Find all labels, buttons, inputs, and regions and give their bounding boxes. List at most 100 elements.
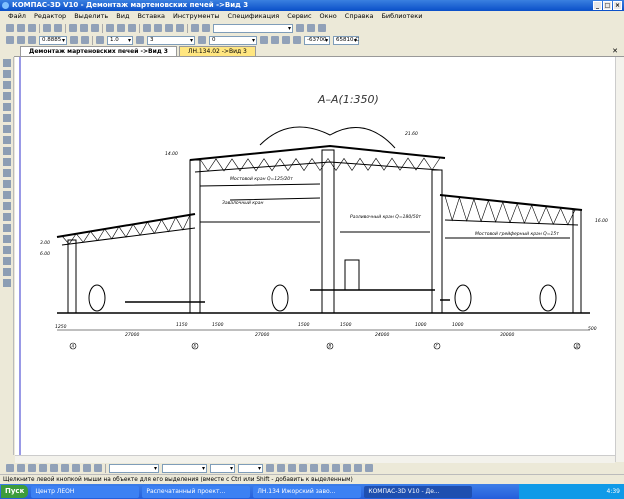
menu-select[interactable]: Выделить: [74, 11, 108, 22]
library-icon[interactable]: [154, 24, 162, 32]
ortho-icon[interactable]: [282, 36, 290, 44]
line-icon[interactable]: [17, 464, 25, 472]
start-button[interactable]: Пуск: [1, 485, 29, 498]
maximize-button[interactable]: □: [603, 1, 612, 10]
zoom-window-icon[interactable]: [28, 36, 36, 44]
tool-icon[interactable]: [2, 136, 11, 144]
menu-libraries[interactable]: Библиотеки: [381, 11, 422, 22]
italic-icon[interactable]: [266, 464, 274, 472]
coord-x-field[interactable]: -63700.: [304, 35, 330, 45]
zoom-in-icon[interactable]: [6, 36, 14, 44]
layer-combo[interactable]: 3: [147, 35, 195, 45]
lasso-icon[interactable]: [39, 464, 47, 472]
coord-y-field[interactable]: 65810.C: [333, 35, 359, 45]
height-combo[interactable]: [210, 463, 235, 473]
list-icon[interactable]: [354, 464, 362, 472]
menu-service[interactable]: Сервис: [287, 11, 311, 22]
style-combo[interactable]: 0: [209, 35, 257, 45]
tool-icon[interactable]: [72, 464, 80, 472]
tool-icon[interactable]: [2, 70, 11, 78]
rectangle-icon[interactable]: [2, 257, 11, 265]
align-left-icon[interactable]: [310, 464, 318, 472]
copy-icon[interactable]: [80, 24, 88, 32]
spline-icon[interactable]: [2, 213, 11, 221]
line-style-combo[interactable]: [213, 23, 293, 33]
tool-icon[interactable]: [2, 81, 11, 89]
redo-icon[interactable]: [128, 24, 136, 32]
variables-icon[interactable]: [165, 24, 173, 32]
arc-icon[interactable]: [2, 191, 11, 199]
underline-icon[interactable]: [288, 464, 296, 472]
close-button[interactable]: ×: [613, 1, 622, 10]
pan-icon[interactable]: [70, 36, 78, 44]
ellipse-icon[interactable]: [2, 202, 11, 210]
tool-icon[interactable]: [61, 464, 69, 472]
taskbar-item[interactable]: Центр ЛЕОН: [31, 485, 140, 498]
layers-icon[interactable]: [202, 24, 210, 32]
circle-icon[interactable]: [2, 180, 11, 188]
tool-icon[interactable]: [2, 125, 11, 133]
snap-icon[interactable]: [28, 464, 36, 472]
zoom-out-icon[interactable]: [17, 36, 25, 44]
hatch-icon[interactable]: [2, 279, 11, 287]
fit-icon[interactable]: [81, 36, 89, 44]
justify-icon[interactable]: [343, 464, 351, 472]
taskbar-item[interactable]: Распечатанный проект...: [142, 485, 251, 498]
point-icon[interactable]: [2, 147, 11, 155]
format-icon[interactable]: [191, 24, 199, 32]
chamfer-icon[interactable]: [2, 235, 11, 243]
refresh-icon[interactable]: [96, 36, 104, 44]
tab-demontazh[interactable]: Демонтаж мартеновских печей ->Вид 3: [20, 46, 177, 56]
properties-icon[interactable]: [106, 24, 114, 32]
color-icon[interactable]: [299, 464, 307, 472]
taskbar-item[interactable]: ЛН.134 Ижорский заво...: [253, 485, 362, 498]
close-tab-icon[interactable]: ✕: [612, 47, 618, 55]
drawing-canvas[interactable]: А–А(1:350) 1250 27000 27000 24000 30000 …: [15, 57, 615, 455]
menu-insert[interactable]: Вставка: [137, 11, 165, 22]
layer-icon[interactable]: [136, 36, 144, 44]
cut-icon[interactable]: [69, 24, 77, 32]
align-right-icon[interactable]: [332, 464, 340, 472]
tool-icon[interactable]: [2, 114, 11, 122]
tool-icon[interactable]: [2, 92, 11, 100]
menu-view[interactable]: Вид: [116, 11, 129, 22]
font-combo[interactable]: [109, 463, 159, 473]
align-center-icon[interactable]: [321, 464, 329, 472]
step-combo[interactable]: 1.0: [107, 35, 133, 45]
tool-icon[interactable]: [2, 59, 11, 67]
tab-ln134[interactable]: ЛН.134.02 ->Вид 3: [178, 46, 256, 56]
snap-icon[interactable]: [260, 36, 268, 44]
menu-file[interactable]: Файл: [8, 11, 26, 22]
menu-edit[interactable]: Редактор: [34, 11, 66, 22]
save-icon[interactable]: [28, 24, 36, 32]
new-icon[interactable]: [6, 24, 14, 32]
coords-icon[interactable]: [293, 36, 301, 44]
bold-icon[interactable]: [277, 464, 285, 472]
line-icon[interactable]: [2, 158, 11, 166]
open-icon[interactable]: [17, 24, 25, 32]
tool-icon[interactable]: [94, 464, 102, 472]
preview-icon[interactable]: [54, 24, 62, 32]
align3-icon[interactable]: [318, 24, 326, 32]
align2-icon[interactable]: [307, 24, 315, 32]
menu-specification[interactable]: Спецификация: [228, 11, 280, 22]
zoom-combo[interactable]: 0.8885: [39, 35, 67, 45]
spellcheck-icon[interactable]: [365, 464, 373, 472]
menu-help[interactable]: Справка: [345, 11, 374, 22]
size-combo[interactable]: [162, 463, 207, 473]
help-icon[interactable]: [176, 24, 184, 32]
polyline-icon[interactable]: [2, 169, 11, 177]
fillet-icon[interactable]: [2, 246, 11, 254]
vertical-scrollbar[interactable]: [615, 57, 624, 462]
align-icon[interactable]: [296, 24, 304, 32]
angle-combo[interactable]: [238, 463, 263, 473]
paste-icon[interactable]: [91, 24, 99, 32]
menu-window[interactable]: Окно: [320, 11, 337, 22]
select-icon[interactable]: [6, 464, 14, 472]
polygon-icon[interactable]: [2, 268, 11, 276]
minimize-button[interactable]: _: [593, 1, 602, 10]
manager-icon[interactable]: [143, 24, 151, 32]
tool-icon[interactable]: [2, 103, 11, 111]
taskbar-item-active[interactable]: КОМПАС-3D V10 - Де...: [364, 485, 473, 498]
style-icon[interactable]: [198, 36, 206, 44]
